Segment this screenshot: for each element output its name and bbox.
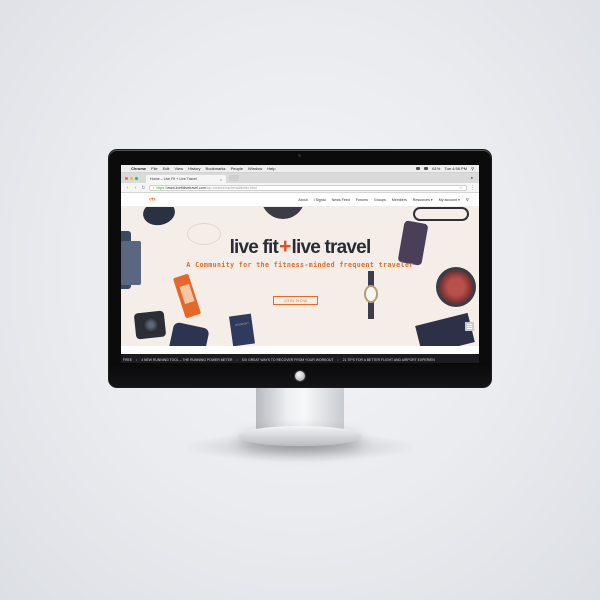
menu-history[interactable]: History <box>188 166 200 171</box>
address-bar[interactable]: ▪ https:// www.livefitlivetravel.com /wp… <box>149 184 467 191</box>
lock-icon: ▪ <box>153 185 155 190</box>
bookmark-star-icon[interactable]: ☆ <box>459 185 463 191</box>
passport-image <box>229 313 255 346</box>
hero-title: live fit+live travel <box>121 236 479 257</box>
menu-edit[interactable]: Edit <box>163 166 170 171</box>
cap-image <box>141 207 177 228</box>
menu-bookmarks[interactable]: Bookmarks <box>206 166 226 171</box>
site-logo[interactable]: ‹+› <box>149 197 156 203</box>
nav-members[interactable]: Members <box>392 198 407 202</box>
sunglasses-image <box>413 207 469 221</box>
battery-percent[interactable]: 61% <box>432 166 440 171</box>
menu-window[interactable]: Window <box>248 166 262 171</box>
site-nav: About I Signal News Feed Forums Groups M… <box>298 197 469 202</box>
mac-menu-bar: Chrome File Edit View History Bookmarks … <box>121 165 479 173</box>
menu-help[interactable]: Help <box>267 166 275 171</box>
nav-my-account[interactable]: My account ▾ <box>439 198 460 202</box>
webcam-icon <box>298 154 301 157</box>
minimize-window-icon[interactable] <box>130 176 133 180</box>
join-now-button[interactable]: JOIN NOW <box>273 296 318 305</box>
browser-tab[interactable]: Home – Live Fit + Live Travel × <box>146 175 226 183</box>
nav-groups[interactable]: Groups <box>374 198 386 202</box>
ticker-separator: • <box>337 357 339 362</box>
screen: Chrome File Edit View History Bookmarks … <box>121 165 479 365</box>
menu-toggle-button[interactable] <box>465 322 474 331</box>
forward-icon[interactable]: › <box>133 185 138 191</box>
ticker-item[interactable]: 21 TIPS FOR A BETTER FLIGHT AND AIRPORT … <box>343 358 435 362</box>
profile-icon[interactable]: ● <box>471 175 473 180</box>
ticker-item[interactable]: 4 NEW RUNNING TOOL – THE RUNNING POWER M… <box>141 358 232 362</box>
acai-bowl-image <box>436 267 476 307</box>
close-window-icon[interactable] <box>125 176 128 180</box>
power-button[interactable] <box>295 371 305 381</box>
browser-toolbar: ‹ › ↻ ▪ https:// www.livefitlivetravel.c… <box>121 183 479 193</box>
socks-image <box>168 321 210 346</box>
nav-news-feed[interactable]: News Feed <box>332 198 350 202</box>
tab-title: Home – Live Fit + Live Travel <box>150 177 197 181</box>
tab-close-icon[interactable]: × <box>220 177 222 182</box>
menu-people[interactable]: People <box>231 166 243 171</box>
menu-file[interactable]: File <box>151 166 157 171</box>
menubar-status-area: 61% Tue 4:56 PM ⚲ <box>416 166 474 171</box>
watch-image <box>364 285 378 303</box>
headphones-image <box>261 207 305 219</box>
spotlight-icon[interactable]: ⚲ <box>471 166 474 171</box>
camera-lens-image <box>143 317 159 333</box>
reload-icon[interactable]: ↻ <box>141 185 146 191</box>
window-controls <box>125 176 138 180</box>
back-icon[interactable]: ‹ <box>125 185 130 191</box>
new-tab-button[interactable] <box>229 175 239 181</box>
hero-title-right: live travel <box>291 237 372 258</box>
ticker-separator: • <box>236 357 238 362</box>
hero-subtitle: A Community for the fitness-minded frequ… <box>186 261 414 269</box>
monitor-stand-base <box>238 426 362 446</box>
menu-view[interactable]: View <box>174 166 183 171</box>
search-icon[interactable]: ⚲ <box>466 197 469 202</box>
nav-forums[interactable]: Forums <box>356 198 368 202</box>
ticker-item[interactable]: FREE <box>123 358 132 362</box>
maximize-window-icon[interactable] <box>135 176 138 180</box>
tab-strip: Home – Live Fit + Live Travel × ● <box>121 173 479 183</box>
hero-section: PASSPORT live fit+live travel A Communit… <box>121 207 479 346</box>
menubar-clock[interactable]: Tue 4:56 PM <box>444 166 467 171</box>
monitor: Chrome File Edit View History Bookmarks … <box>109 150 491 387</box>
ticker-item[interactable]: SIX GREAT WAYS TO RECOVER FROM YOUR WORK… <box>242 358 334 362</box>
nav-i-signal[interactable]: I Signal <box>314 198 326 202</box>
wifi-icon[interactable] <box>416 167 421 170</box>
site-header: ‹+› About I Signal News Feed Forums Grou… <box>121 193 479 207</box>
url-scheme: https:// <box>156 185 168 190</box>
nav-resources[interactable]: Resources ▾ <box>413 198 433 202</box>
plus-icon: + <box>279 235 291 258</box>
menu-app-name[interactable]: Chrome <box>131 166 146 171</box>
ticker-separator: • <box>136 357 138 362</box>
url-host: www.livefitlivetravel.com <box>167 185 206 190</box>
volume-icon[interactable] <box>424 167 429 170</box>
chrome-menu-icon[interactable]: ⋮ <box>470 185 475 191</box>
hero-title-left: live fit <box>229 237 279 258</box>
url-path: /wp-content/cache/all/index.html <box>205 185 257 190</box>
monitor-stand-neck <box>256 387 344 429</box>
nav-about[interactable]: About <box>298 198 307 202</box>
